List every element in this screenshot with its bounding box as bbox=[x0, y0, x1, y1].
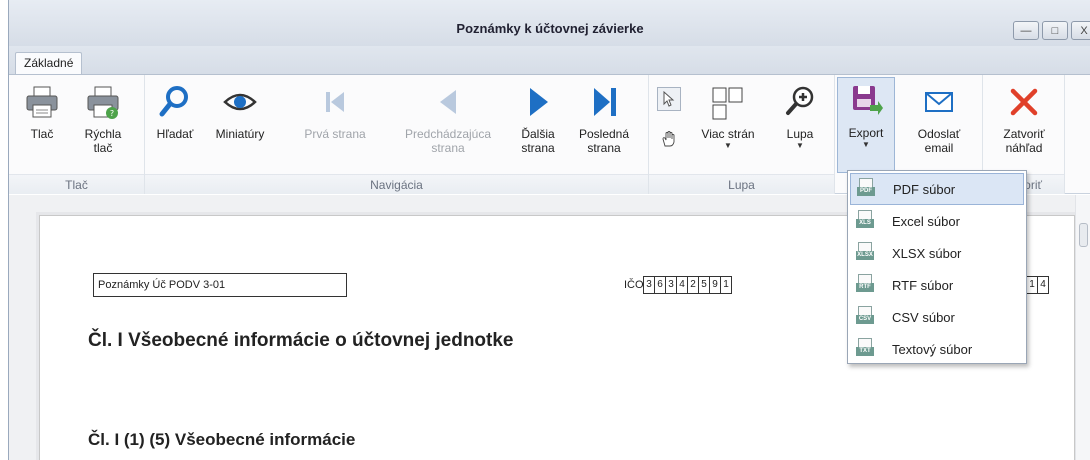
close-preview-button[interactable]: Zatvoriť náhľad bbox=[989, 79, 1059, 171]
printer-icon bbox=[22, 79, 62, 125]
close-icon bbox=[1004, 79, 1044, 125]
xlsx-file-icon: XLSX bbox=[856, 242, 876, 264]
previous-page-button[interactable]: Predchádzajúca strana bbox=[389, 79, 507, 171]
menu-item-xlsx[interactable]: XLSX XLSX súbor bbox=[850, 237, 1024, 269]
menu-item-csv[interactable]: CSV CSV súbor bbox=[850, 301, 1024, 333]
scrollbar-thumb[interactable] bbox=[1079, 223, 1088, 247]
last-page-button[interactable]: Posledná strana bbox=[573, 79, 635, 171]
menu-item-excel[interactable]: XLS Excel súbor bbox=[850, 205, 1024, 237]
subsection-heading: Čl. I (1) (5) Všeobecné informácie bbox=[88, 430, 356, 449]
pdf-file-icon: PDF bbox=[857, 178, 877, 200]
ico-label: IČO bbox=[624, 279, 644, 291]
section-heading: Čl. I Všeobecné informácie o účtovnej je… bbox=[88, 330, 514, 351]
zoom-in-icon bbox=[780, 79, 820, 125]
window-title: Poznámky k účtovnej závierke bbox=[456, 21, 644, 36]
maximize-icon: □ bbox=[1051, 24, 1059, 37]
previous-page-label: Predchádzajúca strana bbox=[404, 127, 492, 155]
multiple-pages-label: Viac strán bbox=[701, 127, 755, 141]
first-page-button[interactable]: Prvá strana bbox=[295, 79, 375, 171]
search-label: Hľadať bbox=[156, 127, 194, 141]
print-button[interactable]: Tlač bbox=[15, 79, 69, 171]
minimize-button[interactable]: — bbox=[1013, 21, 1039, 40]
next-page-label: Ďalšia strana bbox=[521, 127, 555, 155]
last-page-label: Posledná strana bbox=[578, 127, 630, 155]
next-page-button[interactable]: Ďalšia strana bbox=[513, 79, 563, 171]
zoom-button[interactable]: Lupa ▼ bbox=[775, 79, 825, 171]
search-button[interactable]: Hľadať bbox=[149, 79, 201, 171]
tab-basic[interactable]: Základné bbox=[15, 52, 83, 75]
quick-print-label: Rýchla tlač bbox=[84, 127, 122, 155]
close-window-button[interactable]: X bbox=[1071, 21, 1090, 40]
last-page-icon bbox=[584, 79, 624, 125]
maximize-button[interactable]: □ bbox=[1042, 21, 1068, 40]
multiple-pages-icon bbox=[708, 79, 748, 125]
send-email-button[interactable]: Odoslať email bbox=[905, 79, 973, 171]
close-window-icon: X bbox=[1080, 24, 1088, 37]
export-dropdown-menu: PDF PDF súbor XLS Excel súbor XLSX XLSX … bbox=[847, 170, 1027, 364]
eye-icon bbox=[220, 79, 260, 125]
menu-item-rtf[interactable]: RTF RTF súbor bbox=[850, 269, 1024, 301]
zoom-label: Lupa bbox=[786, 127, 814, 141]
hand-tool-button[interactable] bbox=[657, 127, 681, 151]
ico-digits: 3 6 3 4 2 5 9 1 bbox=[643, 276, 732, 294]
multiple-pages-button[interactable]: Viac strán ▼ bbox=[693, 79, 763, 171]
menu-item-label: Excel súbor bbox=[892, 213, 960, 229]
thumbnails-button[interactable]: Miniatúry bbox=[205, 79, 275, 171]
thumbnails-label: Miniatúry bbox=[215, 127, 265, 141]
first-page-label: Prvá strana bbox=[304, 127, 366, 141]
menu-item-label: XLSX súbor bbox=[892, 245, 962, 261]
xls-file-icon: XLS bbox=[856, 210, 876, 232]
print-label: Tlač bbox=[30, 127, 54, 141]
quick-print-icon: ? bbox=[83, 79, 123, 125]
export-label: Export bbox=[848, 126, 884, 140]
zoom-group-label: Lupa bbox=[649, 174, 834, 194]
chevron-down-icon: ▼ bbox=[796, 141, 804, 150]
chevron-down-icon: ▼ bbox=[724, 141, 732, 150]
pointer-tool-button[interactable] bbox=[657, 87, 681, 111]
close-preview-label: Zatvoriť náhľad bbox=[1003, 127, 1045, 155]
menu-item-label: RTF súbor bbox=[892, 277, 954, 293]
first-page-icon bbox=[315, 79, 355, 125]
print-group: Tlač ? Rýchla tlač Tlač bbox=[9, 75, 145, 194]
hand-icon bbox=[660, 130, 678, 151]
menu-item-pdf[interactable]: PDF PDF súbor bbox=[850, 173, 1024, 205]
window-controls: — □ X bbox=[1013, 21, 1090, 40]
ico-digit: 1 bbox=[720, 276, 732, 294]
right-digit: 4 bbox=[1037, 276, 1049, 294]
csv-file-icon: CSV bbox=[856, 306, 876, 328]
rtf-file-icon: RTF bbox=[856, 274, 876, 296]
quick-print-button[interactable]: ? Rýchla tlač bbox=[73, 79, 133, 171]
send-email-label: Odoslať email bbox=[917, 127, 961, 155]
svg-text:?: ? bbox=[110, 109, 114, 118]
navigation-group: Hľadať Miniatúry Prvá strana Predchádzaj… bbox=[145, 75, 649, 194]
export-button[interactable]: Export ▼ bbox=[837, 77, 895, 173]
menu-item-text[interactable]: TXT Textový súbor bbox=[850, 333, 1024, 365]
vertical-scrollbar[interactable] bbox=[1075, 195, 1090, 460]
export-icon bbox=[846, 78, 886, 124]
menu-item-label: Textový súbor bbox=[892, 341, 973, 357]
print-group-label: Tlač bbox=[9, 174, 144, 194]
print-preview-window: Poznámky k účtovnej závierke — □ X Zákla… bbox=[8, 0, 1090, 460]
chevron-down-icon: ▼ bbox=[862, 140, 870, 149]
email-icon bbox=[919, 79, 959, 125]
menu-item-label: PDF súbor bbox=[893, 181, 956, 197]
zoom-group: Viac strán ▼ Lupa ▼ Lupa bbox=[649, 75, 835, 194]
ribbon-tab-strip: Základné bbox=[9, 46, 1090, 75]
pointer-icon bbox=[661, 90, 677, 110]
title-bar: Poznámky k účtovnej závierke — □ X bbox=[9, 0, 1090, 46]
previous-page-icon bbox=[428, 79, 468, 125]
txt-file-icon: TXT bbox=[856, 338, 876, 360]
minimize-icon: — bbox=[1020, 24, 1032, 37]
menu-item-label: CSV súbor bbox=[892, 309, 955, 325]
navigation-group-label: Navigácia bbox=[145, 174, 648, 194]
next-page-icon bbox=[518, 79, 558, 125]
form-code-box: Poznámky Úč PODV 3-01 bbox=[93, 273, 347, 297]
search-icon bbox=[155, 79, 195, 125]
